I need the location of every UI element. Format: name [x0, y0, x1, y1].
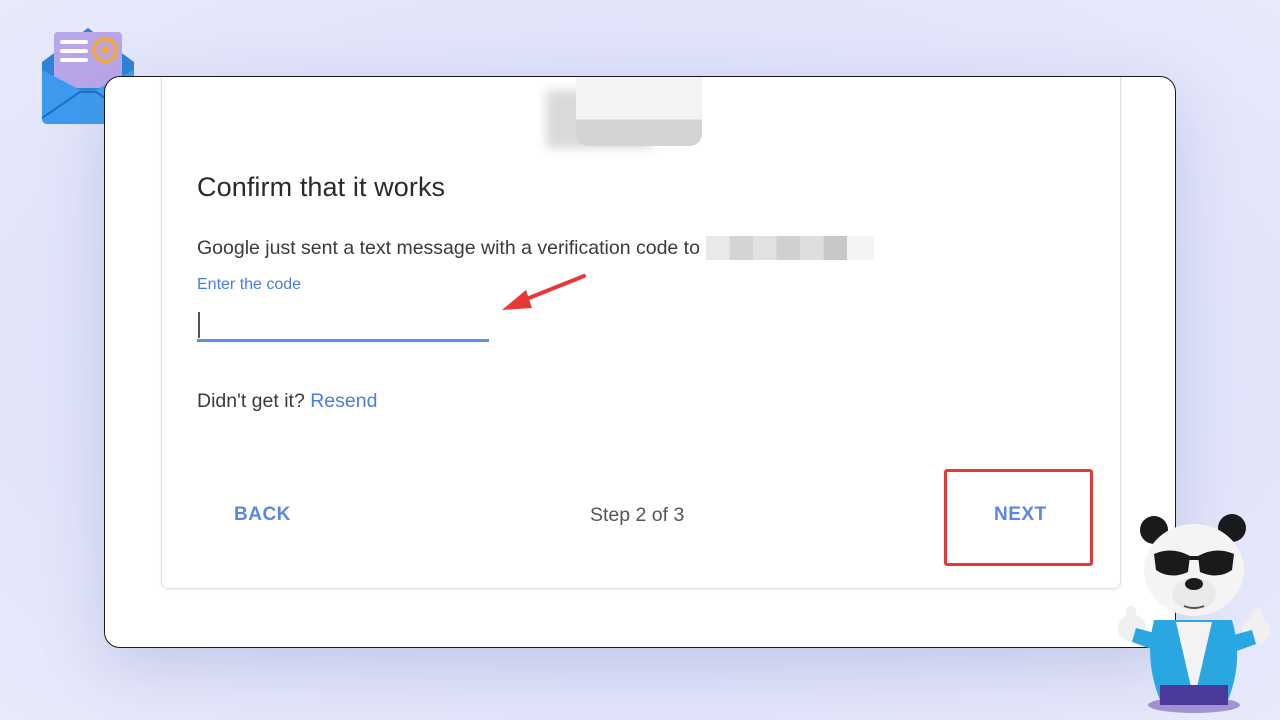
step-indicator: Step 2 of 3: [590, 504, 685, 526]
verification-code-input[interactable]: [197, 306, 489, 342]
back-button[interactable]: BACK: [234, 504, 291, 526]
resend-prompt: Didn't get it?: [197, 390, 305, 412]
code-field-label: Enter the code: [197, 276, 302, 293]
page-title: Confirm that it works: [197, 172, 446, 202]
phone-illustration: [576, 77, 702, 146]
resend-link[interactable]: Resend: [310, 390, 377, 412]
text-caret: [198, 312, 200, 338]
panda-thumbs-up-icon: [1118, 514, 1270, 713]
resend-row: Didn't get it? Resend: [197, 390, 377, 413]
redacted-phone-number: [705, 236, 874, 260]
next-highlight-box: [944, 469, 1093, 566]
message-text: Google just sent a text message with a v…: [197, 236, 700, 259]
verification-message: Google just sent a text message with a v…: [197, 236, 874, 260]
red-arrow-icon: [502, 274, 586, 310]
